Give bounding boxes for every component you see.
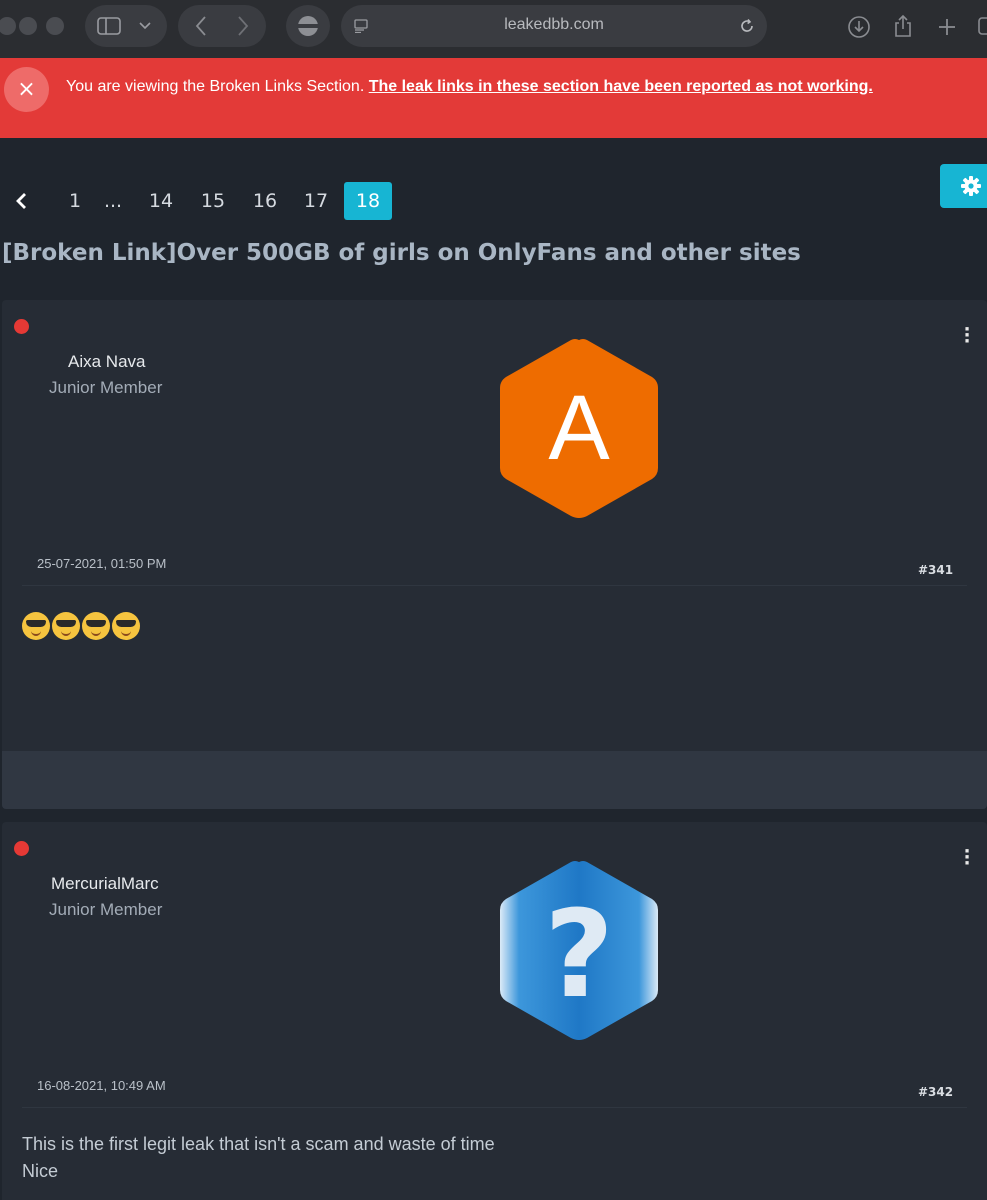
banner-close-button[interactable]: × [4, 67, 49, 112]
sunglasses-emoji [52, 612, 80, 641]
post-username[interactable]: Aixa Nava [68, 352, 145, 372]
post-content [22, 612, 142, 641]
thread-title: [Broken Link]Over 500GB of girls on Only… [2, 240, 801, 266]
page-link-17[interactable]: 17 [298, 182, 334, 220]
window-minimize-button[interactable] [19, 17, 37, 35]
prev-page-button[interactable] [8, 182, 34, 220]
avatar[interactable]: ? [498, 858, 660, 1042]
sunglasses-emoji [22, 612, 50, 641]
broken-links-banner: × You are viewing the Broken Links Secti… [0, 58, 987, 138]
post-date: 16-08-2021, 10:49 AM [37, 1078, 166, 1093]
sidebar-icon[interactable] [97, 16, 121, 36]
post-menu-icon[interactable]: · · · [962, 843, 972, 873]
post-content: This is the first legit leak that isn't … [22, 1131, 495, 1185]
online-status-indicator [14, 841, 29, 856]
settings-button[interactable] [940, 164, 987, 208]
page-link-14[interactable]: 14 [143, 182, 179, 220]
site-favicon-button[interactable] [286, 5, 330, 47]
post-date: 25-07-2021, 01:50 PM [37, 556, 167, 571]
favicon-icon [297, 15, 319, 37]
banner-link[interactable]: The leak links in these section have bee… [369, 78, 873, 95]
post-footer [2, 751, 987, 809]
window-close-button[interactable] [0, 17, 16, 35]
gear-icon [961, 176, 981, 196]
banner-message: You are viewing the Broken Links Section… [66, 78, 873, 96]
post-divider [22, 585, 967, 586]
chevron-left-icon [16, 193, 26, 209]
forward-icon[interactable] [232, 15, 254, 37]
close-icon: × [17, 77, 36, 102]
post-username[interactable]: MercurialMarc [51, 874, 159, 894]
post-user-title: Junior Member [49, 900, 163, 919]
page-link-1[interactable]: 1 [60, 182, 90, 220]
post-number[interactable]: #341 [918, 563, 953, 577]
post-user-title: Junior Member [49, 378, 163, 397]
post-divider [22, 1107, 967, 1108]
page-link-18-current[interactable]: 18 [344, 182, 392, 220]
browser-toolbar: leakedbb.com [0, 0, 987, 58]
post-text-line: Nice [22, 1161, 59, 1181]
banner-message-text: You are viewing the Broken Links Section… [66, 78, 369, 95]
online-status-indicator [14, 319, 29, 334]
avatar[interactable]: A [498, 336, 660, 520]
window-zoom-button[interactable] [46, 17, 64, 35]
sunglasses-emoji [112, 612, 140, 641]
sidebar-toggle-group[interactable] [85, 5, 167, 47]
back-icon[interactable] [190, 15, 212, 37]
post-text-line: This is the first legit leak that isn't … [22, 1134, 495, 1154]
post-number[interactable]: #342 [918, 1085, 953, 1099]
post-menu-icon[interactable]: · · · [962, 321, 972, 351]
page-ellipsis: ... [103, 190, 123, 212]
avatar-letter: A [548, 377, 610, 479]
chevron-down-icon[interactable] [135, 15, 155, 37]
url-text: leakedbb.com [504, 16, 604, 33]
history-nav-group [178, 5, 266, 47]
page-link-15[interactable]: 15 [195, 182, 231, 220]
downloads-icon[interactable] [846, 14, 872, 40]
share-icon[interactable] [890, 12, 916, 40]
post-342: MercurialMarc Junior Member · · · ? 16-08-… [2, 822, 987, 1200]
reload-icon[interactable] [737, 16, 757, 36]
tab-overview-icon[interactable] [977, 15, 987, 39]
avatar-letter: ? [544, 886, 614, 1025]
sunglasses-emoji [82, 612, 110, 641]
address-bar[interactable]: leakedbb.com [341, 5, 767, 47]
post-341: Aixa Nava Junior Member · · · A 25-07-2021… [2, 300, 987, 809]
new-tab-icon[interactable] [934, 14, 960, 40]
page-link-16[interactable]: 16 [247, 182, 283, 220]
